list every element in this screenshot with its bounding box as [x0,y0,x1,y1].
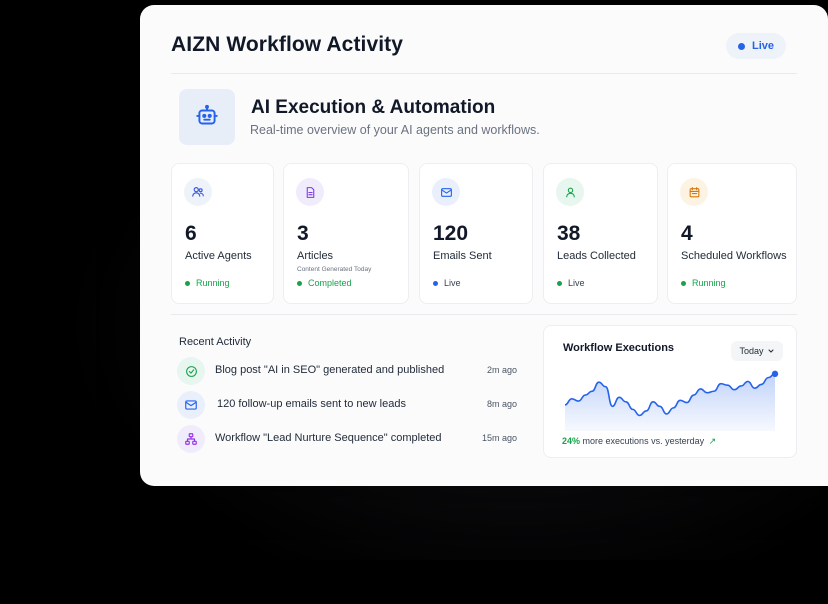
status-text: Completed [308,278,352,288]
document-icon [296,178,324,206]
stat-sublabel: Content Generated Today [297,266,372,273]
users-icon [184,178,212,206]
stat-label: Active Agents [185,250,252,262]
mail-icon [432,178,460,206]
period-label: Today [739,346,764,356]
status-badge: Completed [297,278,352,288]
header-divider [171,73,797,74]
live-label: Live [751,40,774,52]
live-dot-icon [737,42,745,50]
status-badge: Running [681,278,726,288]
status-dot-icon [297,280,302,286]
page-title: AIZN Workflow Activity [171,33,404,56]
check-circle-icon [177,357,205,385]
stat-label: Scheduled Workflows [681,250,787,262]
calendar-icon [680,178,708,206]
workflow-executions-chart [564,370,779,431]
stat-label: Emails Sent [433,250,492,262]
activity-time: 15m ago [481,433,517,443]
status-text: Running [196,278,230,288]
activity-text: 120 follow-up emails sent to new leads [217,398,406,410]
period-dropdown[interactable]: Today [731,341,783,361]
activity-text: Blog post "AI in SEO" generated and publ… [215,364,445,376]
stat-label: Articles [297,250,334,262]
status-dot-icon [557,280,562,286]
chart-footer: 24% more executions vs. yesterday ↗ [562,436,716,447]
chevron-down-icon [768,349,774,353]
activity-time: 8m ago [486,399,517,409]
trend-up-icon: ↗ [708,436,717,446]
activity-text: Workflow "Lead Nurture Sequence" complet… [215,432,442,444]
live-badge[interactable]: Live [726,33,786,59]
workflow-icon [177,425,205,453]
stat-card-emails-sent[interactable]: 120 Emails Sent Live [419,163,533,304]
stat-label: Leads Collected [557,250,636,262]
section-divider [171,314,797,315]
stat-value: 38 [557,222,581,245]
status-badge: Live [557,278,585,288]
hero-subtitle: Real-time overview of your AI agents and… [250,123,540,137]
stat-card-scheduled-workflows[interactable]: 4 Scheduled Workflows Running [667,163,797,304]
hero-title: AI Execution & Automation [251,97,496,118]
stat-value: 4 [681,222,693,245]
stat-value: 3 [297,222,309,245]
stat-card-articles[interactable]: 3 Articles Content Generated Today Compl… [283,163,409,304]
status-text: Running [692,278,726,288]
activity-time: 2m ago [486,365,517,375]
chart-point-latest [771,370,779,378]
mail-icon [177,391,205,419]
status-dot-icon [433,280,438,286]
status-dot-icon [185,280,190,286]
list-item[interactable]: Workflow "Lead Nurture Sequence" complet… [177,425,517,453]
status-dot-icon [681,280,686,286]
chart-title: Workflow Executions [563,342,675,354]
change-percent: 24% [562,436,581,446]
stat-value: 120 [433,222,469,245]
change-text: more executions vs. yesterday [582,436,705,446]
workflow-executions-card: Workflow Executions Today 24% more execu… [543,325,797,458]
status-text: Live [444,278,461,288]
activity-card: AIZN Workflow Activity Live AI Execution… [140,5,828,486]
status-badge: Running [185,278,230,288]
list-item[interactable]: 120 follow-up emails sent to new leads 8… [177,391,517,419]
status-text: Live [568,278,585,288]
stat-card-leads-collected[interactable]: 38 Leads Collected Live [543,163,658,304]
stat-value: 6 [185,222,197,245]
user-icon [556,178,584,206]
list-item[interactable]: Blog post "AI in SEO" generated and publ… [177,357,517,385]
chart-area [565,373,775,431]
stat-card-active-agents[interactable]: 6 Active Agents Running [171,163,274,304]
robot-icon [179,89,235,145]
recent-activity-title: Recent Activity [179,336,252,348]
status-badge: Live [433,278,461,288]
